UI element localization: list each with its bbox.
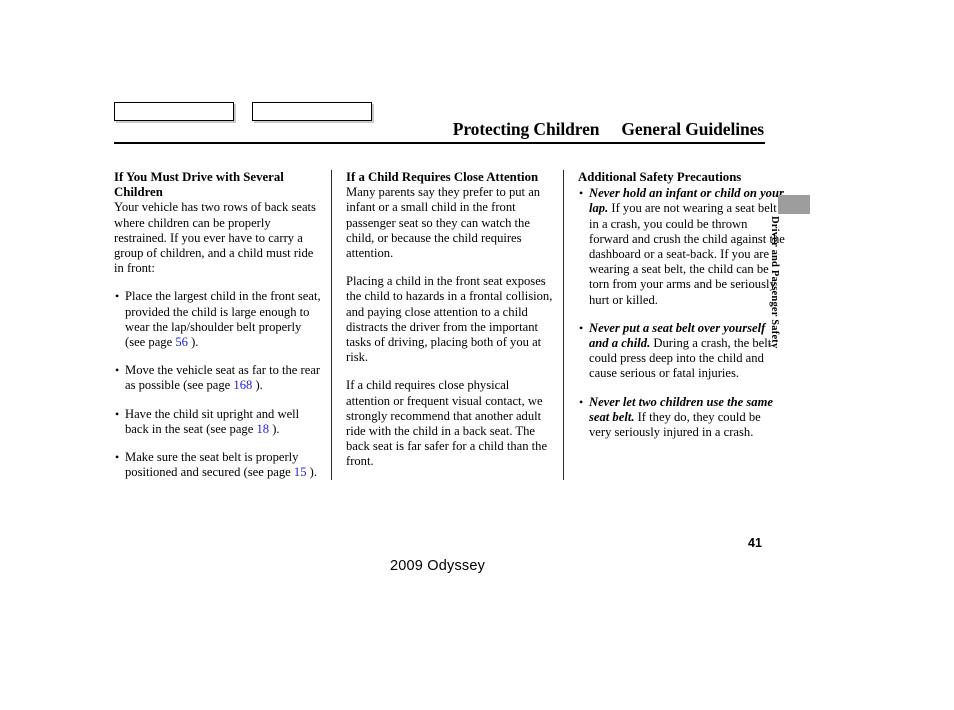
col2-heading: If a Child Requires Close Attention	[346, 170, 539, 184]
page-number: 41	[748, 536, 762, 550]
col1-intro-paragraph: Your vehicle has two rows of back seats …	[114, 200, 316, 276]
bullet-icon: •	[579, 186, 584, 201]
col2-paragraph-3: If a child requires close physical atten…	[346, 378, 548, 469]
col3-bullet-list: • Never hold an infant or child on your l…	[578, 186, 785, 440]
list-item-text-tail: ).	[269, 421, 280, 436]
list-item-text-tail: ).	[306, 465, 317, 480]
col1-heading: If You Must Drive with Several Children	[114, 170, 284, 200]
list-item-text-tail: ).	[187, 335, 199, 350]
content-columns: If You Must Drive with Several Children …	[114, 170, 785, 481]
list-item: • Move the vehicle seat as far to the rea…	[114, 363, 321, 393]
list-item: • Never put a seat belt over yourself and…	[578, 321, 785, 382]
col1-bullet-list: • Place the largest child in the front se…	[114, 289, 321, 480]
col2-paragraph-2: Placing a child in the front seat expose…	[346, 274, 553, 365]
list-item: • Never let two children use the same sea…	[578, 395, 785, 441]
bullet-icon: •	[579, 320, 584, 335]
warning-body-text: If you are not wearing a seat belt in a …	[589, 201, 785, 307]
bullet-icon: •	[579, 394, 584, 409]
page-reference-link[interactable]: 56	[175, 335, 188, 349]
page-reference-link[interactable]: 15	[294, 465, 307, 479]
list-item: • Make sure the seat belt is properly pos…	[114, 450, 321, 480]
col2-paragraph-1: Many parents say they prefer to put an i…	[346, 185, 541, 261]
footer-model-year: 2009 Odyssey	[390, 558, 486, 574]
page-reference-link[interactable]: 18	[256, 422, 269, 436]
column-two: If a Child Requires Close Attention Many…	[331, 170, 553, 481]
header-tab-boxes	[114, 102, 372, 121]
header-title-section: Protecting Children	[452, 119, 600, 139]
list-item: • Place the largest child in the front se…	[114, 289, 321, 350]
list-item-text: Place the largest child in the front sea…	[125, 289, 321, 350]
column-one: If You Must Drive with Several Children …	[114, 170, 321, 480]
page-reference-link[interactable]: 168	[233, 378, 252, 392]
column-three: Additional Safety Precautions • Never hol…	[563, 170, 785, 481]
list-item-text: Move the vehicle seat as far to the rear…	[125, 363, 321, 393]
bullet-icon: •	[115, 406, 120, 421]
list-item: • Have the child sit upright and well bac…	[114, 407, 321, 437]
list-item: • Never hold an infant or child on your l…	[578, 186, 785, 308]
header-box-1	[114, 102, 234, 121]
header-divider-rule	[114, 142, 765, 144]
col3-heading: Additional Safety Precautions	[578, 170, 742, 184]
bullet-icon: •	[115, 450, 120, 465]
bullet-icon: •	[115, 363, 120, 378]
chapter-tab-label: Driver and Passenger Safety	[769, 216, 780, 349]
page-title: Protecting Children General Guidelines	[453, 119, 764, 140]
bullet-icon: •	[115, 289, 120, 304]
chapter-tab-marker	[778, 195, 810, 214]
header-box-2	[252, 102, 372, 121]
list-item-text: Make sure the seat belt is properly posi…	[125, 450, 299, 480]
list-item-text-tail: ).	[252, 378, 263, 393]
header-title-subsection: General Guidelines	[621, 119, 764, 139]
